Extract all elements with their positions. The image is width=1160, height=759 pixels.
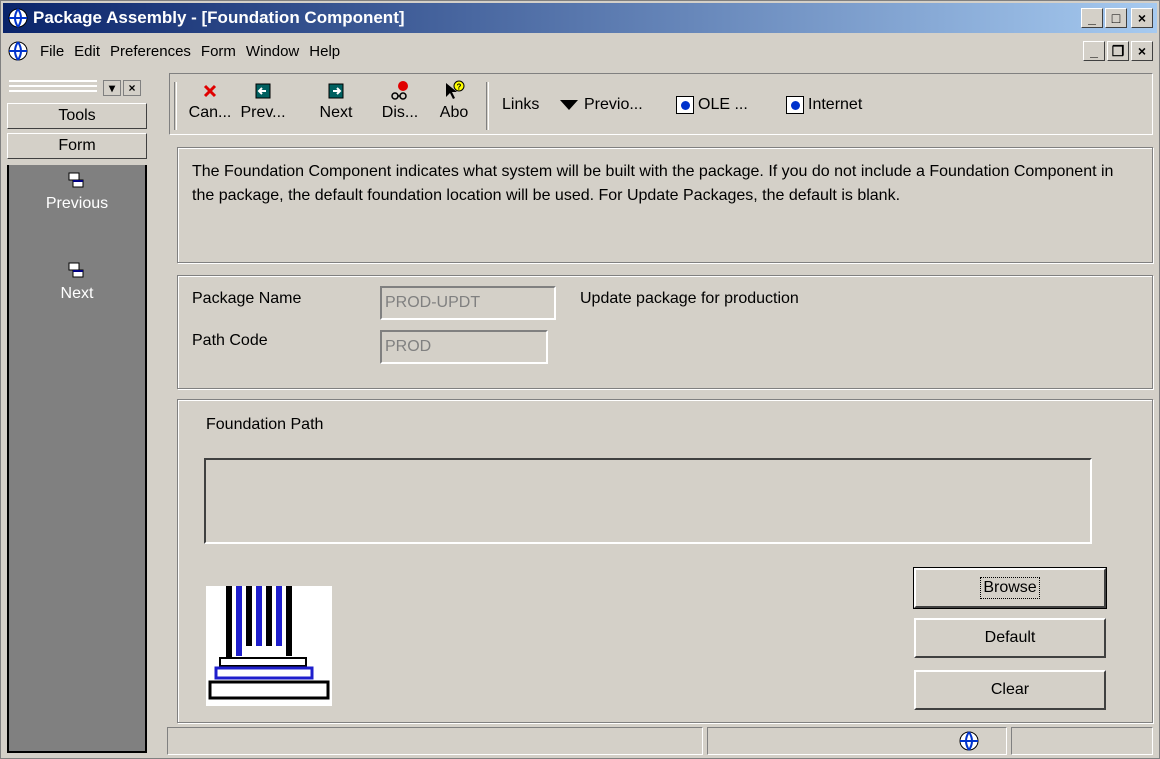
menu-file[interactable]: File xyxy=(35,43,69,60)
clear-button[interactable]: Clear xyxy=(914,670,1106,710)
close-button[interactable]: × xyxy=(1131,8,1153,28)
package-name-label: Package Name xyxy=(192,290,302,307)
foundation-path-label: Foundation Path xyxy=(206,416,324,433)
pane-item-next[interactable]: Next xyxy=(9,261,145,303)
svg-text:?: ? xyxy=(457,83,462,92)
menu-window[interactable]: Window xyxy=(241,43,304,60)
minimize-button[interactable]: _ xyxy=(1081,8,1103,28)
foundation-path-field[interactable] xyxy=(204,458,1092,544)
toolbar: Can... Prev... Next Dis... ? Abo Links P… xyxy=(169,73,1153,135)
toolbar-separator xyxy=(486,82,489,130)
previous-form-icon xyxy=(68,172,84,188)
grip-lines xyxy=(9,80,97,92)
help-pointer-icon: ? xyxy=(446,80,465,99)
left-pane: ▾ × Tools Form Previous Next xyxy=(7,73,147,753)
pane-close-button[interactable]: × xyxy=(123,80,141,96)
left-pane-body: Previous Next xyxy=(7,165,147,753)
path-code-field[interactable]: PROD xyxy=(380,330,548,364)
link-previous[interactable]: Previo... xyxy=(560,96,643,114)
tab-tools[interactable]: Tools xyxy=(7,103,147,129)
link-ole[interactable]: OLE ... xyxy=(676,96,748,114)
pane-item-label: Next xyxy=(60,285,94,302)
app-window: Package Assembly - [Foundation Component… xyxy=(0,0,1160,759)
globe-icon xyxy=(8,8,28,28)
menu-preferences[interactable]: Preferences xyxy=(105,43,196,60)
foundation-panel: Foundation Path Browse Default Clear xyxy=(177,399,1153,723)
status-bar xyxy=(165,725,1157,757)
document-icon xyxy=(786,96,804,114)
mdi-close-button[interactable]: × xyxy=(1131,41,1153,61)
pane-item-previous[interactable]: Previous xyxy=(9,171,145,213)
pane-dropdown-button[interactable]: ▾ xyxy=(103,80,121,96)
next-button[interactable]: Next xyxy=(314,80,358,130)
status-cell-secondary xyxy=(707,727,1007,755)
package-name-field[interactable]: PROD-UPDT xyxy=(380,286,556,320)
links-label: Links xyxy=(502,96,540,113)
mdi-restore-button[interactable]: ❐ xyxy=(1107,41,1129,61)
description-panel: The Foundation Component indicates what … xyxy=(177,147,1153,263)
status-cell-main xyxy=(167,727,703,755)
title-bar[interactable]: Package Assembly - [Foundation Component… xyxy=(3,3,1157,33)
display-label: Dis... xyxy=(381,104,419,121)
previous-button[interactable]: Prev... xyxy=(236,80,290,130)
globe-icon xyxy=(8,41,28,61)
description-text: The Foundation Component indicates what … xyxy=(192,163,1114,204)
path-code-label: Path Code xyxy=(192,332,268,349)
maximize-button[interactable]: □ xyxy=(1105,8,1127,28)
links-menu[interactable]: Links xyxy=(502,96,539,114)
glasses-icon xyxy=(391,81,408,100)
next-form-icon xyxy=(68,262,84,278)
menu-bar: File Edit Preferences Form Window Help _… xyxy=(3,35,1157,67)
link-internet[interactable]: Internet xyxy=(786,96,862,114)
previous-arrow-icon xyxy=(255,83,271,99)
display-button[interactable]: Dis... xyxy=(376,80,424,130)
link-label: Previo... xyxy=(584,96,643,113)
status-cell-right xyxy=(1011,727,1153,755)
link-label: OLE ... xyxy=(698,96,748,113)
pane-item-label: Previous xyxy=(45,195,109,212)
cancel-x-icon xyxy=(203,84,217,98)
window-title: Package Assembly - [Foundation Component… xyxy=(33,8,405,27)
package-description: Update package for production xyxy=(580,290,799,307)
about-button[interactable]: ? Abo xyxy=(434,80,474,130)
next-label: Next xyxy=(319,104,353,121)
link-label: Internet xyxy=(808,96,863,113)
menu-help[interactable]: Help xyxy=(304,43,345,60)
toolbar-separator xyxy=(174,82,177,130)
browse-button[interactable]: Browse xyxy=(913,567,1107,609)
default-button[interactable]: Default xyxy=(914,618,1106,658)
pane-grip[interactable]: ▾ × xyxy=(7,77,147,97)
next-arrow-icon xyxy=(328,83,344,99)
package-fields-panel: Package Name PROD-UPDT Update package fo… xyxy=(177,275,1153,389)
browse-label: Browse xyxy=(980,577,1040,599)
menu-form[interactable]: Form xyxy=(196,43,241,60)
about-label: Abo xyxy=(439,104,469,121)
cancel-button[interactable]: Can... xyxy=(186,80,234,130)
tab-form[interactable]: Form xyxy=(7,133,147,159)
menu-edit[interactable]: Edit xyxy=(69,43,105,60)
mdi-minimize-button[interactable]: _ xyxy=(1083,41,1105,61)
cancel-label: Can... xyxy=(188,104,232,121)
foundation-column-icon xyxy=(206,586,332,706)
globe-icon xyxy=(959,731,979,751)
document-icon xyxy=(676,96,694,114)
previous-label: Prev... xyxy=(240,104,286,121)
triangle-down-icon xyxy=(560,100,578,110)
